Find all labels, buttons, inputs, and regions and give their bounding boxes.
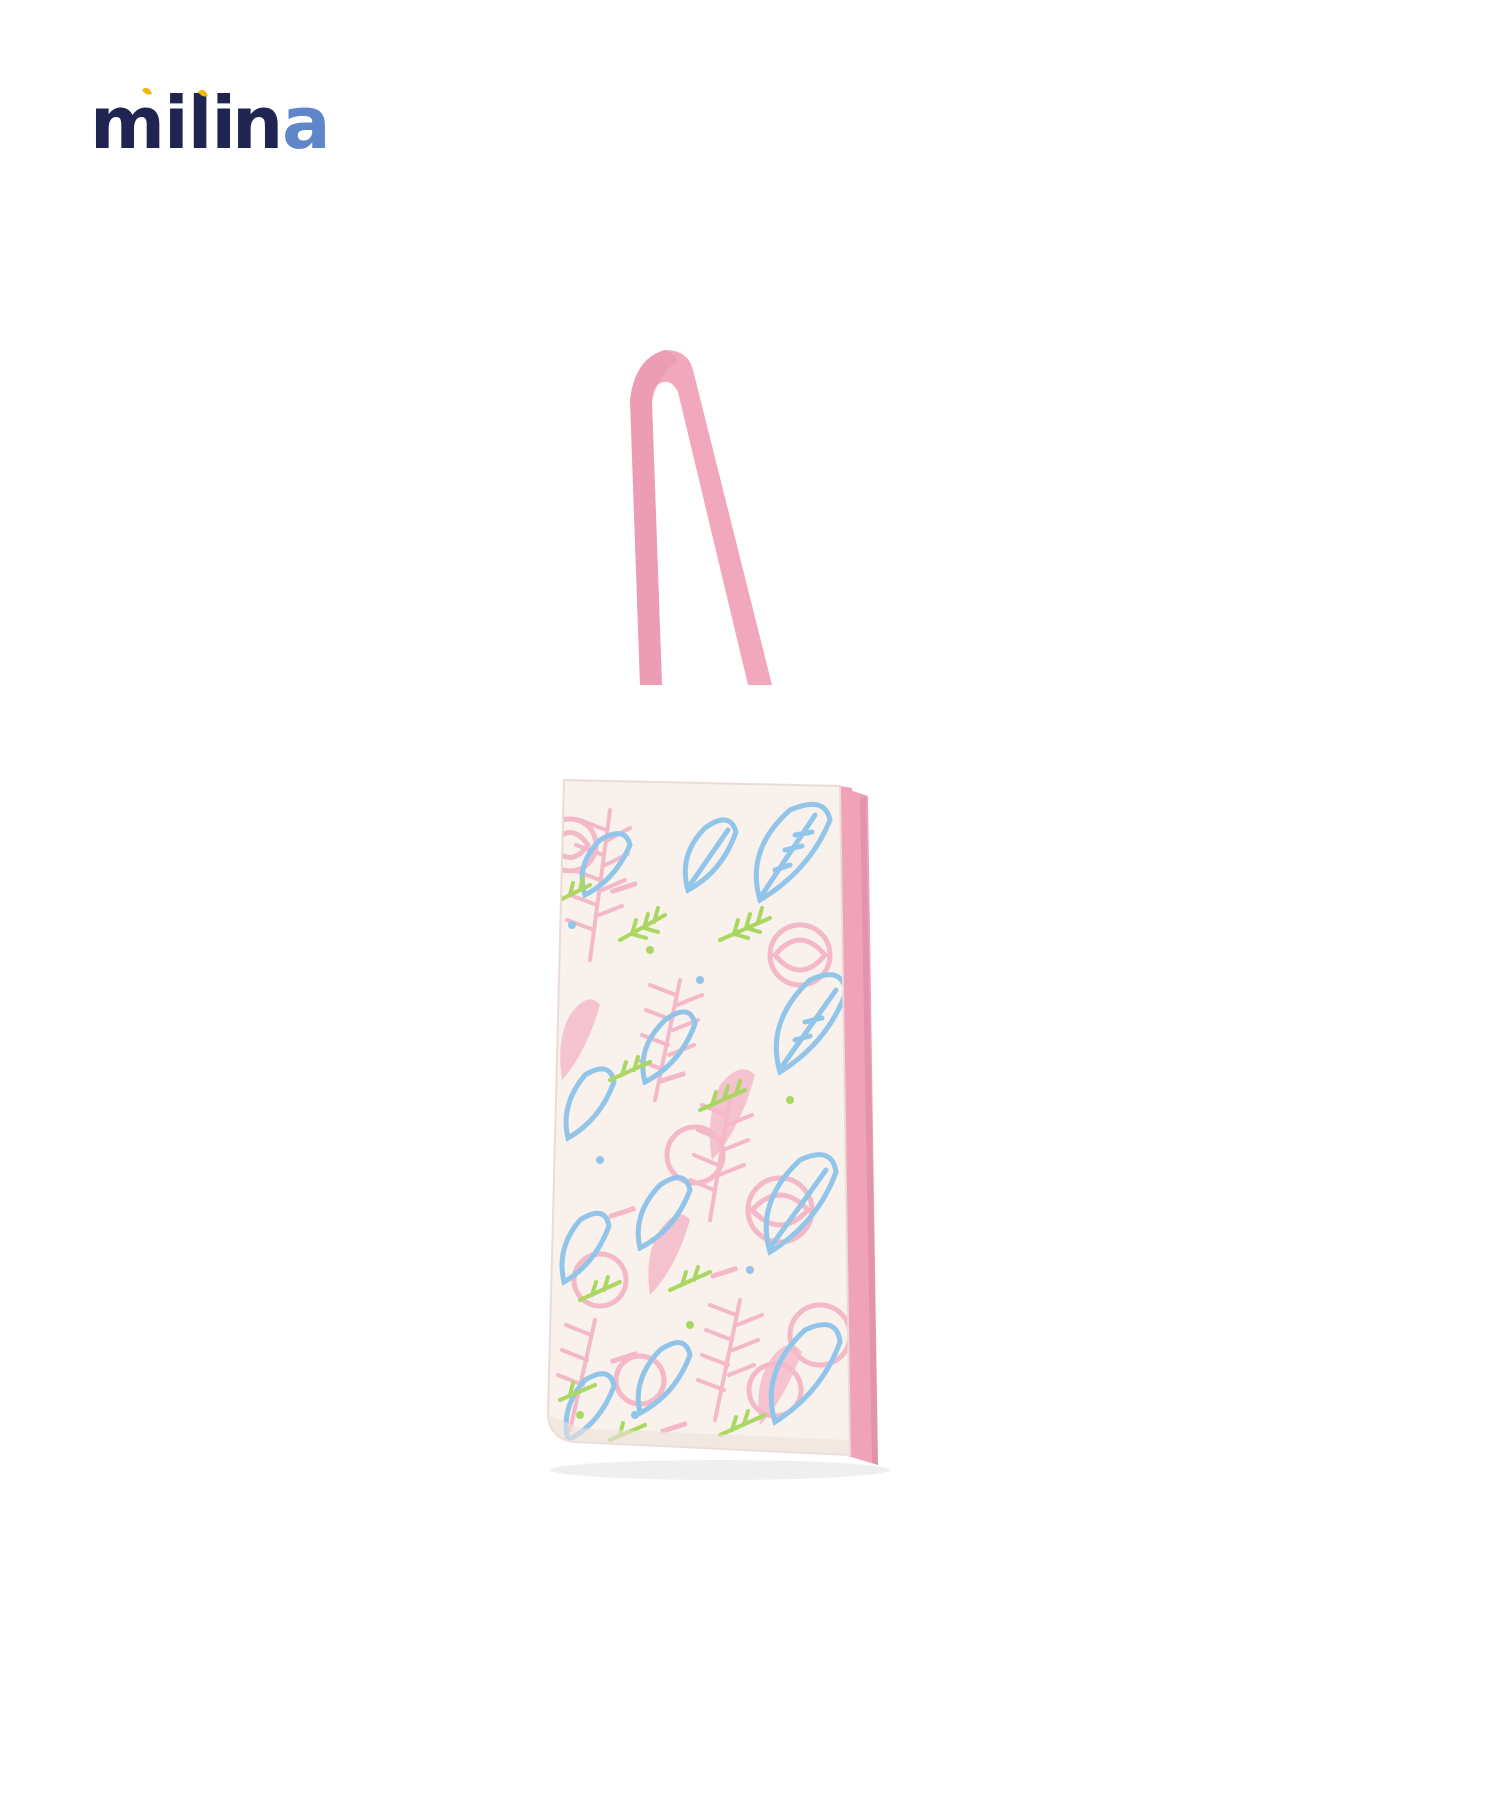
product-image-page: mili n a — [0, 0, 1500, 1800]
svg-text:a: a — [282, 82, 330, 165]
milina-logo-icon: mili n a — [90, 82, 331, 165]
svg-text:mili: mili — [90, 82, 235, 165]
tote-bag-photo — [540, 340, 980, 1500]
svg-text:n: n — [232, 82, 282, 165]
tote-bag-icon — [546, 350, 890, 1480]
brand-logo: mili n a — [90, 82, 350, 172]
